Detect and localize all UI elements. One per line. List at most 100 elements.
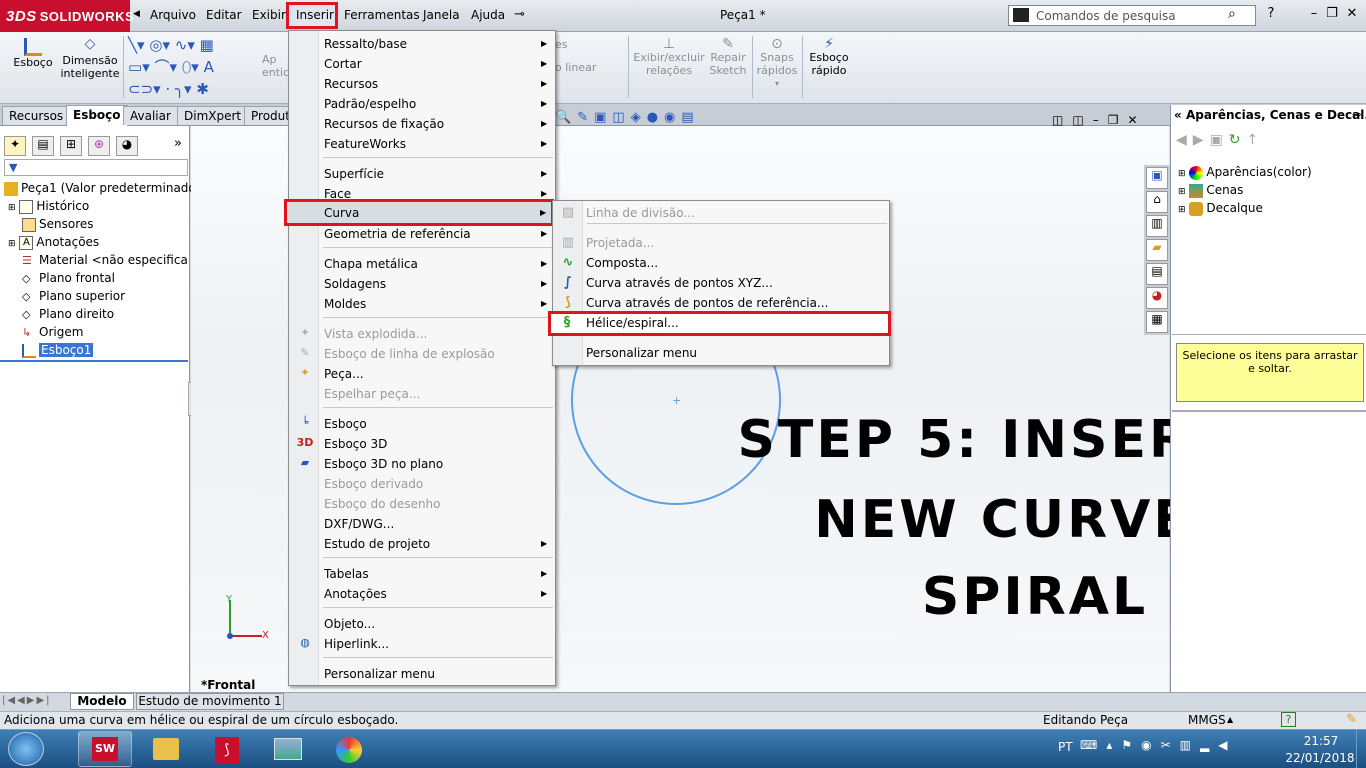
- line-icon[interactable]: ╲: [128, 36, 137, 54]
- forward-icon[interactable]: ▶: [1193, 132, 1210, 148]
- insert-menu-item[interactable]: Superfície: [324, 164, 544, 184]
- ellipse-icon[interactable]: ⬯: [182, 58, 191, 76]
- tab-esboco[interactable]: Esboço: [66, 105, 128, 126]
- taskbar-acrobat[interactable]: ⟆: [200, 731, 254, 767]
- insert-menu-item[interactable]: Esboço de linha de explosão: [324, 344, 544, 364]
- view-orientation-icon[interactable]: ▣: [594, 110, 612, 125]
- tree-root[interactable]: Peça1 (Valor predeterminado<: [4, 181, 206, 196]
- insert-menu-item[interactable]: Esboço 3D: [324, 434, 544, 454]
- clock-date[interactable]: 22/01/2018: [1280, 751, 1360, 765]
- status-units[interactable]: MMGS: [1188, 713, 1226, 727]
- refresh-icon[interactable]: ↻: [1229, 132, 1247, 148]
- network-icon[interactable]: ▂: [1200, 738, 1218, 752]
- tab-modelo[interactable]: Modelo: [70, 693, 134, 710]
- tree-item-plano-superior[interactable]: ◇ Plano superior: [22, 289, 125, 304]
- language-indicator[interactable]: PT: [1058, 740, 1073, 754]
- tree-item-plano-frontal[interactable]: ◇ Plano frontal: [22, 271, 115, 286]
- expand-panel-icon[interactable]: »: [174, 136, 182, 151]
- search-magnifier-icon[interactable]: ⌕: [1228, 6, 1236, 22]
- back-icon[interactable]: ◀: [1176, 132, 1193, 148]
- construction-icon[interactable]: ✱: [196, 80, 209, 98]
- rollback-bar[interactable]: [0, 360, 188, 362]
- text-icon[interactable]: A: [204, 58, 214, 76]
- pane-divider-lower[interactable]: [1172, 410, 1366, 412]
- insert-menu-item[interactable]: Espelhar peça...: [324, 384, 544, 404]
- display-relations-button[interactable]: ⊥ Exibir/excluir relações: [633, 37, 705, 77]
- display-style-icon[interactable]: ◫: [612, 110, 630, 125]
- insert-menu-item[interactable]: Peça...: [324, 364, 544, 384]
- menu-inserir[interactable]: Inserir: [296, 8, 334, 22]
- viewport-restore-button[interactable]: ❐: [1108, 113, 1128, 127]
- pane-divider[interactable]: [1172, 334, 1366, 335]
- file-explorer-icon[interactable]: ▥: [1146, 215, 1168, 237]
- view-settings-icon[interactable]: ▤: [681, 110, 699, 125]
- tab-scroll-arrows[interactable]: |◀◀▶▶|: [2, 695, 52, 706]
- insert-menu-item[interactable]: Ressalto/base: [324, 34, 544, 54]
- insert-menu-item[interactable]: Esboço 3D no plano: [324, 454, 544, 474]
- insert-menu-item[interactable]: Esboço derivado: [324, 474, 544, 494]
- tree-item-anotacoes[interactable]: ⊞ A Anotações: [8, 235, 99, 250]
- tree-item-origem[interactable]: ↳ Origem: [22, 325, 83, 340]
- pin-icon[interactable]: ⊸: [514, 7, 525, 22]
- convert-entities-button[interactable]: Ap entic: [262, 53, 289, 79]
- smart-dimension-button[interactable]: ◇ Dimensão inteligente: [60, 37, 120, 80]
- tree-item-historico[interactable]: ⊞ Histórico: [8, 199, 89, 214]
- menu-collapse-icon[interactable]: ◀: [133, 9, 140, 19]
- start-button[interactable]: [8, 732, 44, 766]
- units-dropdown-icon[interactable]: ▲: [1227, 715, 1233, 724]
- tray-expand-icon[interactable]: ▴: [1106, 738, 1121, 752]
- tab-motion-study[interactable]: Estudo de movimento 1: [136, 693, 284, 710]
- scenes-item[interactable]: ⊞ Cenas: [1178, 183, 1243, 198]
- antivirus-icon[interactable]: ◉: [1141, 738, 1160, 752]
- tab-dimxpert[interactable]: DimXpert: [177, 106, 249, 125]
- clock-time[interactable]: 21:57: [1296, 734, 1346, 748]
- restore-button[interactable]: ❐: [1323, 6, 1341, 22]
- apply-scene-icon[interactable]: ◉: [664, 110, 681, 125]
- search-input[interactable]: Comandos de pesquisa ⌕: [1008, 5, 1256, 26]
- insert-menu-item[interactable]: Esboço: [324, 414, 544, 434]
- insert-menu-item[interactable]: Recursos: [324, 74, 544, 94]
- fillet-icon[interactable]: ╮: [175, 80, 184, 98]
- snaps-dropdown-icon[interactable]: ▾: [754, 77, 800, 90]
- curve-menu-item[interactable]: Composta...: [586, 253, 876, 273]
- rapid-sketch-button[interactable]: ⚡ Esboço rápido: [806, 37, 852, 77]
- view-palette-icon[interactable]: ▤: [1146, 263, 1168, 285]
- help-icon[interactable]: ?: [1262, 6, 1280, 22]
- slot-icon[interactable]: ⊂⊃: [128, 80, 153, 98]
- helix-menu-label[interactable]: Hélice/espiral...: [586, 313, 679, 333]
- insert-menu-item[interactable]: Esboço do desenho: [324, 494, 544, 514]
- taskbar-photos[interactable]: [261, 731, 315, 767]
- spline-icon[interactable]: ∿: [175, 36, 188, 54]
- menu-ajuda[interactable]: Ajuda: [471, 8, 505, 22]
- rebuild-indicator-icon[interactable]: ✎: [1346, 712, 1357, 727]
- decals-item[interactable]: ⊞ Decalque: [1178, 201, 1263, 216]
- up-icon[interactable]: ↑: [1247, 132, 1265, 148]
- tree-item-sensores[interactable]: Sensores: [22, 217, 94, 232]
- arc-icon[interactable]: ⌒: [155, 58, 170, 76]
- insert-menu-item[interactable]: Cortar: [324, 54, 544, 74]
- hide-show-icon[interactable]: ◈: [631, 110, 647, 125]
- tab-produto[interactable]: Produto: [244, 106, 290, 125]
- minimize-button[interactable]: –: [1305, 6, 1323, 22]
- grid-icon[interactable]: ▦: [200, 36, 214, 54]
- menu-arquivo[interactable]: Arquivo: [150, 8, 196, 22]
- config-manager-icon[interactable]: ⊞: [60, 136, 82, 156]
- taskbar-explorer[interactable]: [139, 731, 193, 767]
- curve-menu-item[interactable]: Curva através de pontos XYZ...: [586, 273, 876, 293]
- insert-menu-item[interactable]: Hiperlink...: [324, 634, 544, 654]
- curve-menu-item[interactable]: Personalizar menu: [586, 343, 876, 363]
- folder-icon[interactable]: ▰: [1146, 239, 1168, 261]
- menu-editar[interactable]: Editar: [206, 8, 242, 22]
- insert-menu-item[interactable]: Moldes: [324, 294, 544, 314]
- rectangle-icon[interactable]: ▭: [128, 58, 142, 76]
- insert-menu-item[interactable]: Personalizar menu: [324, 664, 544, 684]
- taskbar-solidworks[interactable]: SW: [78, 731, 132, 767]
- viewport-minimize-button[interactable]: –: [1093, 113, 1108, 127]
- appearances-tab-icon[interactable]: ◕: [1146, 287, 1168, 309]
- property-manager-icon[interactable]: ▤: [32, 136, 54, 156]
- keyboard-icon[interactable]: ⌨: [1080, 738, 1106, 752]
- expand-icon[interactable]: ⊞: [1178, 169, 1186, 179]
- insert-menu-item[interactable]: Padrão/espelho: [324, 94, 544, 114]
- sketch-button[interactable]: Esboço: [10, 38, 56, 69]
- collapse-pane-icon[interactable]: «: [1174, 108, 1182, 122]
